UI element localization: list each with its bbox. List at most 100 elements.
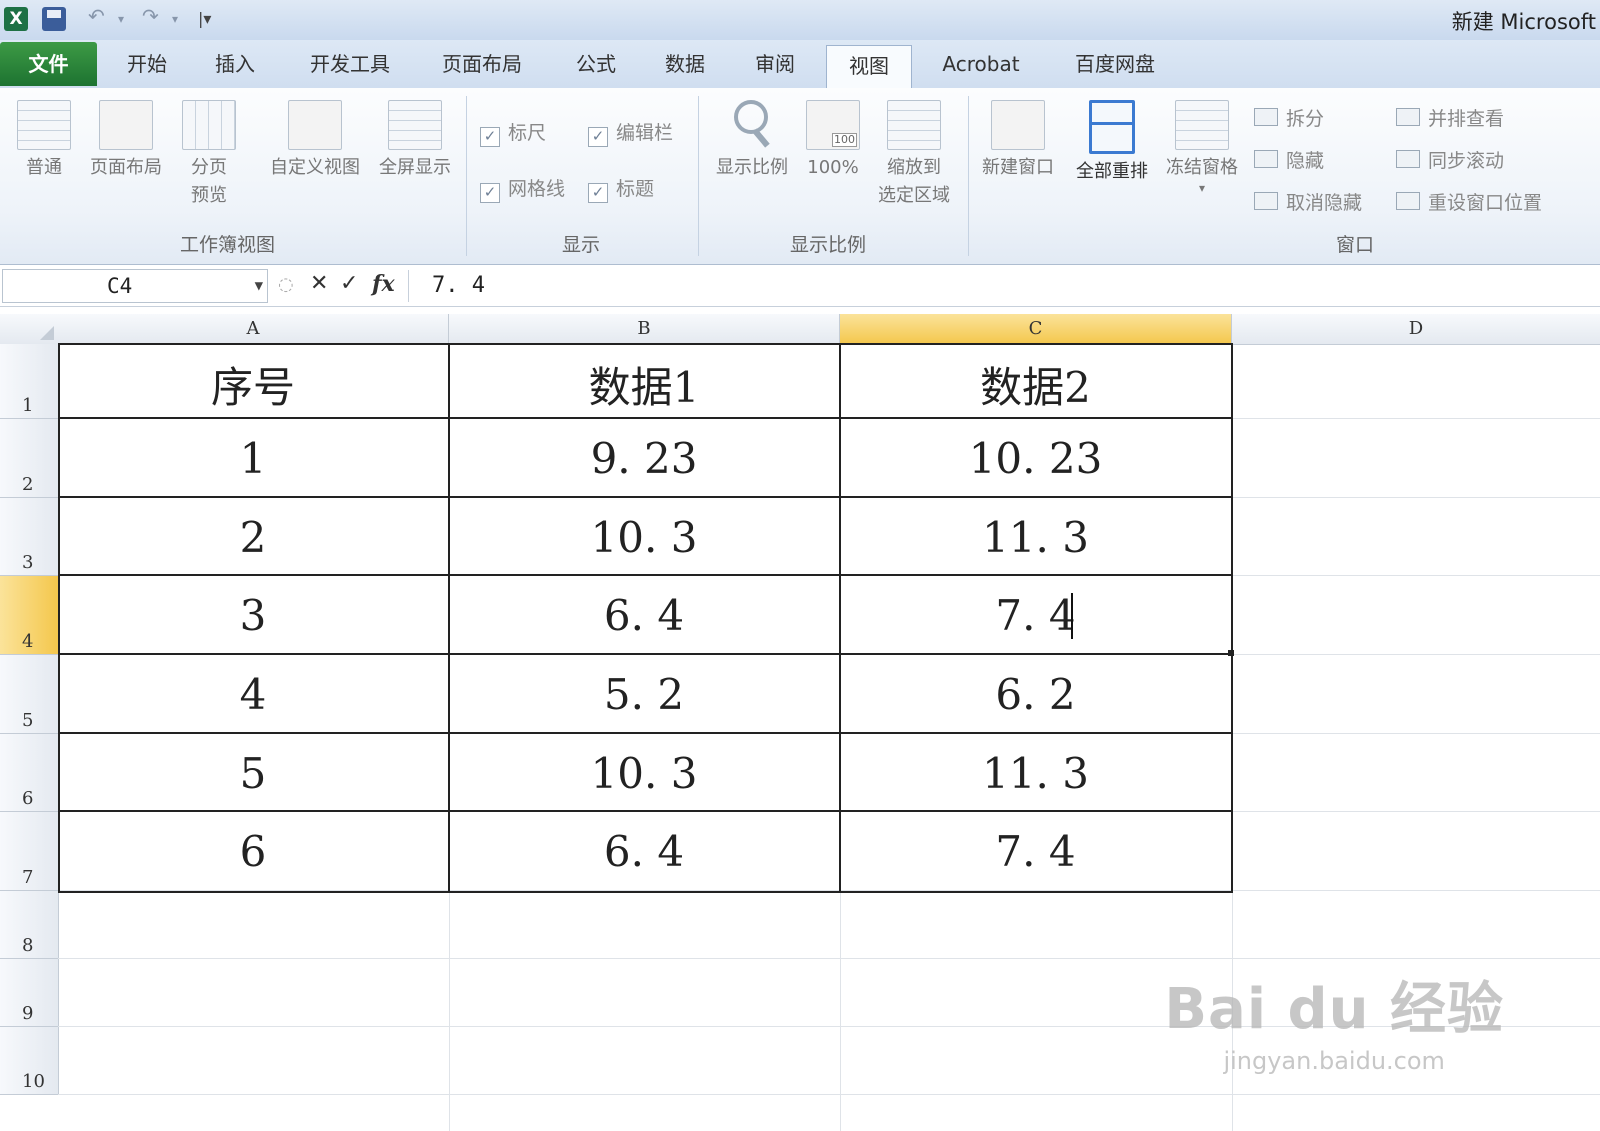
ribbon-view: 普通 页面布局 分页 预览 自定义视图 全屏显示 工作簿视图 ✓ 标尺 ✓ 编辑栏 … [0, 88, 1600, 265]
cancel-icon[interactable]: ✕ [310, 271, 328, 296]
full-screen-label: 全屏显示 [379, 157, 451, 178]
cell-a5[interactable]: 4 [58, 670, 448, 719]
synchronous-scrolling-button[interactable]: 同步滚动 [1396, 146, 1504, 173]
headings-label: 标题 [616, 178, 655, 200]
arrange-all-button[interactable]: 全部重排 [1068, 94, 1156, 186]
column-header-c[interactable]: C [840, 314, 1232, 345]
customize-quick-access-icon[interactable]: |▾ [198, 9, 211, 28]
table-border-line [58, 496, 1231, 498]
page-layout-view-button[interactable]: 页面布局 [80, 94, 172, 182]
baidu-jingyan-watermark: Bai du 经验 jingyan.baidu.com [1164, 964, 1504, 1075]
gridlines-checkbox[interactable]: ✓ 网格线 [480, 174, 565, 203]
cell-b6[interactable]: 10. 3 [449, 749, 839, 798]
tab-data[interactable]: 数据 [648, 44, 722, 84]
custom-views-icon [288, 100, 342, 150]
reset-position-icon [1396, 192, 1420, 210]
normal-view-button[interactable]: 普通 [10, 94, 78, 182]
zoom-to-selection-button[interactable]: 缩放到 选定区域 [868, 94, 960, 210]
tab-baidu-netdisk[interactable]: 百度网盘 [1056, 44, 1174, 84]
zoom-100-button[interactable]: 100 100% [800, 94, 866, 182]
custom-views-button[interactable]: 自定义视图 [258, 94, 372, 182]
excel-logo-icon[interactable]: X [4, 7, 28, 31]
tab-home[interactable]: 开始 [110, 44, 184, 84]
cell-b5[interactable]: 5. 2 [449, 670, 839, 719]
tab-page-layout[interactable]: 页面布局 [422, 44, 542, 84]
cell-c1[interactable]: 数据2 [840, 354, 1231, 415]
cell-b4[interactable]: 6. 4 [449, 591, 839, 640]
headings-checkbox[interactable]: ✓ 标题 [588, 174, 654, 203]
full-screen-button[interactable]: 全屏显示 [372, 94, 458, 182]
row-number: 9 [22, 1003, 34, 1024]
tab-insert[interactable]: 插入 [198, 44, 272, 84]
freeze-panes-button[interactable]: 冻结窗格 ▾ [1158, 94, 1246, 194]
row-header-4[interactable]: 4 [0, 576, 59, 655]
undo-dropdown-icon[interactable]: ▾ [118, 12, 124, 26]
cell-a4[interactable]: 3 [58, 591, 448, 640]
insert-function-icon[interactable]: fx [372, 271, 395, 297]
undo-icon[interactable]: ↶ [88, 4, 105, 28]
enter-check-icon[interactable]: ✓ [340, 271, 358, 296]
cell-a2[interactable]: 1 [58, 434, 448, 483]
cell-c7[interactable]: 7. 4 [840, 827, 1231, 876]
headings-check-icon: ✓ [588, 183, 608, 203]
column-header-a[interactable]: A [58, 314, 449, 345]
row-header-7[interactable]: 7 [0, 812, 59, 891]
zoom-100-icon: 100 [806, 100, 860, 150]
column-header-d[interactable]: D [1232, 314, 1600, 345]
zoom-button[interactable]: 显示比例 [706, 92, 798, 182]
cell-c2[interactable]: 10. 23 [840, 434, 1231, 483]
redo-dropdown-icon[interactable]: ▾ [172, 12, 178, 26]
tab-formulas[interactable]: 公式 [556, 44, 636, 84]
cell-a3[interactable]: 2 [58, 513, 448, 562]
fill-handle[interactable] [1228, 650, 1234, 656]
formula-input[interactable]: 7. 4 [432, 269, 485, 303]
name-box-dropdown-icon[interactable]: ▼ [255, 270, 263, 302]
tab-acrobat[interactable]: Acrobat [928, 44, 1034, 84]
cell-c4-active[interactable]: 7. 4 [840, 591, 1231, 640]
row-header-2[interactable]: 2 [0, 419, 59, 498]
side-by-side-label: 并排查看 [1428, 108, 1505, 130]
row-number: 2 [22, 474, 34, 495]
save-icon[interactable] [42, 7, 66, 31]
select-all-corner[interactable] [0, 314, 59, 345]
row-number: 8 [22, 935, 34, 956]
reset-window-position-button[interactable]: 重设窗口位置 [1396, 188, 1542, 215]
row-header-8[interactable]: 8 [0, 891, 59, 959]
column-header-b[interactable]: B [449, 314, 840, 345]
cell-b1[interactable]: 数据1 [449, 354, 839, 415]
split-button[interactable]: 拆分 [1254, 104, 1324, 131]
row-header-5[interactable]: 5 [0, 655, 59, 734]
cell-a7[interactable]: 6 [58, 827, 448, 876]
unhide-button[interactable]: 取消隐藏 [1254, 188, 1362, 215]
cell-b7[interactable]: 6. 4 [449, 827, 839, 876]
hide-button[interactable]: 隐藏 [1254, 146, 1324, 173]
side-by-side-icon [1396, 108, 1420, 126]
formula-bar-checkbox[interactable]: ✓ 编辑栏 [588, 118, 673, 147]
view-side-by-side-button[interactable]: 并排查看 [1396, 104, 1504, 131]
cell-a6[interactable]: 5 [58, 749, 448, 798]
row-header-10[interactable]: 10 [0, 1027, 59, 1095]
table-border-line [58, 417, 1231, 419]
row-header-1[interactable]: 1 [0, 344, 59, 419]
tab-developer[interactable]: 开发工具 [290, 44, 410, 84]
cell-b2[interactable]: 9. 23 [449, 434, 839, 483]
cell-c6[interactable]: 11. 3 [840, 749, 1231, 798]
ruler-checkbox[interactable]: ✓ 标尺 [480, 118, 546, 147]
row-header-9[interactable]: 9 [0, 959, 59, 1027]
page-break-preview-button[interactable]: 分页 预览 [176, 94, 242, 210]
cell-a1[interactable]: 序号 [58, 354, 448, 415]
hide-icon [1254, 150, 1278, 168]
tab-review[interactable]: 审阅 [738, 44, 812, 84]
tab-view[interactable]: 视图 [826, 45, 912, 90]
cell-c5[interactable]: 6. 2 [840, 670, 1231, 719]
redo-icon[interactable]: ↷ [142, 4, 159, 28]
row-header-3[interactable]: 3 [0, 498, 59, 576]
tab-file[interactable]: 文件 [0, 42, 97, 86]
cell-b3[interactable]: 10. 3 [449, 513, 839, 562]
row-header-6[interactable]: 6 [0, 734, 59, 812]
name-box[interactable]: C4 ▼ [2, 269, 268, 303]
page-break-icon [182, 100, 236, 150]
new-window-button[interactable]: 新建窗口 [974, 94, 1062, 182]
page-break-label-1: 分页 [191, 157, 227, 178]
cell-c3[interactable]: 11. 3 [840, 513, 1231, 562]
